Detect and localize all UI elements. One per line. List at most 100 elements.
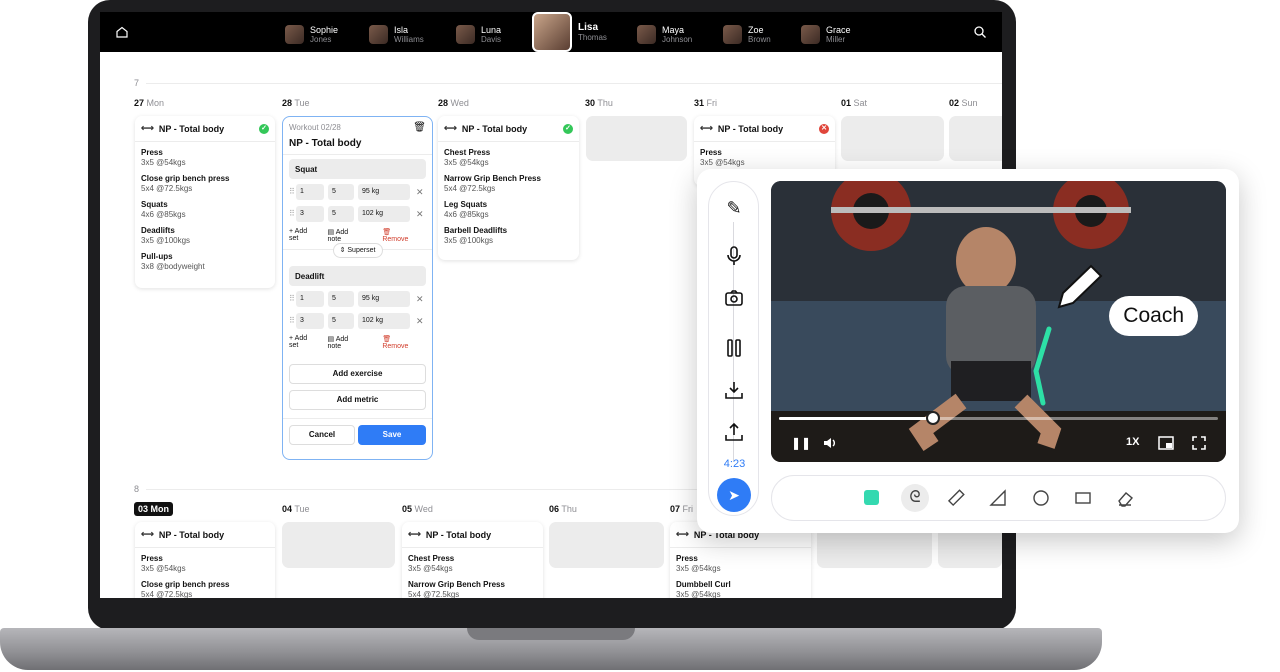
workout-date-label: Workout 02/28 xyxy=(289,123,341,132)
empty-day-slot[interactable] xyxy=(282,522,395,568)
drag-handle-icon[interactable]: ⠿ xyxy=(289,317,296,325)
volume-icon[interactable] xyxy=(823,437,837,449)
dumbbell-icon: ⟷ xyxy=(141,123,154,133)
camera-icon[interactable] xyxy=(722,286,746,310)
circle-icon[interactable] xyxy=(1030,487,1052,509)
weight-field[interactable]: 95 kg xyxy=(358,184,410,200)
save-button[interactable]: Save xyxy=(358,425,426,445)
empty-day-slot[interactable] xyxy=(841,116,944,161)
set-number-field[interactable]: 3 xyxy=(296,313,324,329)
exercise-block-title[interactable]: Deadlift xyxy=(289,266,426,286)
superset-button[interactable]: ⇕ Superset xyxy=(332,243,383,258)
remove-button[interactable]: 🗑Remove xyxy=(382,228,426,243)
picture-in-picture-icon[interactable] xyxy=(1158,436,1174,450)
add-set-button[interactable]: + Add set xyxy=(289,228,318,243)
upload-icon[interactable] xyxy=(722,420,746,444)
workout-editor: Workout 02/28 🗑 NP - Total body Squat ⠿ 1… xyxy=(282,116,433,460)
exercise-item: Press 3x5 @54kgs xyxy=(700,148,745,167)
exercise-item: Dumbbell Curl 3x5 @54kgs xyxy=(676,580,731,598)
exercise-item: Narrow Grip Bench Press 5x4 @72.5kgs xyxy=(408,580,505,598)
cancel-button[interactable]: Cancel xyxy=(289,425,355,445)
workout-title[interactable]: NP - Total body xyxy=(289,138,426,149)
reps-field[interactable]: 5 xyxy=(328,206,354,222)
ruler-icon[interactable] xyxy=(945,487,967,509)
empty-day-slot[interactable] xyxy=(586,116,687,161)
day-header-today: 03 Mon xyxy=(134,502,174,516)
exercise-block-title[interactable]: Squat xyxy=(289,159,426,179)
athlete-item[interactable]: Grace Miller xyxy=(801,21,851,47)
annotation-label[interactable]: Coach xyxy=(1109,296,1198,336)
color-swatch[interactable] xyxy=(860,487,882,509)
workout-card[interactable]: ⟷ NP - Total body ✓ Press 3x5 @54kgs Close … xyxy=(135,116,275,288)
home-icon[interactable] xyxy=(115,25,129,39)
athlete-item[interactable]: Zoe Brown xyxy=(723,21,771,47)
reps-field[interactable]: 5 xyxy=(328,291,354,307)
missed-icon: ✕ xyxy=(819,123,829,134)
empty-day-slot[interactable] xyxy=(949,116,1002,161)
send-button[interactable]: ➤ xyxy=(717,478,751,512)
close-icon[interactable]: ✕ xyxy=(416,316,424,327)
avatar xyxy=(456,24,475,44)
add-exercise-button[interactable]: Add exercise xyxy=(289,364,426,384)
reps-field[interactable]: 5 xyxy=(328,184,354,200)
playback-speed-button[interactable]: 1X xyxy=(1126,436,1139,448)
angle-icon[interactable] xyxy=(987,487,1009,509)
video-review-panel: ✎ 4:23 ➤ Coach ❚❚ 1X ᘓ xyxy=(697,169,1239,533)
workout-title: NP - Total body xyxy=(425,529,492,540)
video-player[interactable]: Coach ❚❚ 1X xyxy=(771,181,1226,462)
fullscreen-icon[interactable] xyxy=(1192,436,1206,450)
pause-icon[interactable]: ❚❚ xyxy=(791,436,811,450)
set-number-field[interactable]: 3 xyxy=(296,206,324,222)
add-note-button[interactable]: ▤ Add note xyxy=(328,335,373,350)
set-number-field[interactable]: 1 xyxy=(296,291,324,307)
workout-card[interactable]: ⟷ NP - Total body Chest Press 3x5 @54kgs N… xyxy=(402,522,543,598)
reps-field[interactable]: 5 xyxy=(328,313,354,329)
set-number-field[interactable]: 1 xyxy=(296,184,324,200)
athlete-item[interactable]: Luna Davis xyxy=(456,21,501,47)
download-icon[interactable] xyxy=(722,378,746,402)
exercise-item: Press 3x5 @54kgs xyxy=(141,554,186,573)
eraser-icon[interactable] xyxy=(1114,487,1136,509)
dumbbell-icon: ⟷ xyxy=(141,529,154,539)
athlete-item[interactable]: Sophie Jones xyxy=(285,21,338,47)
athlete-item-selected[interactable]: Lisa Thomas xyxy=(532,12,607,52)
add-metric-button[interactable]: Add metric xyxy=(289,390,426,410)
pause-icon[interactable] xyxy=(722,336,746,360)
progress-handle[interactable] xyxy=(925,411,940,425)
add-note-button[interactable]: ▤ Add note xyxy=(328,228,373,243)
exercise-item: Narrow Grip Bench Press 5x4 @72.5kgs xyxy=(444,174,541,193)
trash-icon[interactable]: 🗑 xyxy=(413,122,426,133)
pencil-icon[interactable]: ✎ xyxy=(722,196,746,220)
close-icon[interactable]: ✕ xyxy=(416,294,424,305)
day-header: 28 Wed xyxy=(438,98,469,108)
exercise-item: Squats 4x6 @85kgs xyxy=(141,200,186,219)
remove-button[interactable]: 🗑Remove xyxy=(382,335,426,350)
athlete-item[interactable]: Isla Williams xyxy=(369,21,424,47)
drag-handle-icon[interactable]: ⠿ xyxy=(289,295,296,303)
exercise-item: Deadlifts 3x5 @100kgs xyxy=(141,226,191,245)
search-icon[interactable] xyxy=(973,25,987,39)
microphone-icon[interactable] xyxy=(722,244,746,268)
add-set-button[interactable]: + Add set xyxy=(289,335,318,350)
close-icon[interactable]: ✕ xyxy=(416,187,424,198)
athlete-item[interactable]: Maya Johnson xyxy=(637,21,692,47)
workout-card[interactable]: ⟷ NP - Total body ✓ Chest Press 3x5 @54kgs … xyxy=(438,116,579,260)
drag-handle-icon[interactable]: ⠿ xyxy=(289,210,296,218)
close-icon[interactable]: ✕ xyxy=(416,209,424,220)
workout-card[interactable]: ⟷ NP - Total body Press 3x5 @54kgs Dumbbel… xyxy=(670,522,811,598)
set-row: ⠿ 1 5 95 kg ✕ xyxy=(289,290,426,308)
empty-day-slot[interactable] xyxy=(549,522,664,568)
drag-handle-icon[interactable]: ⠿ xyxy=(289,188,296,196)
progress-bar[interactable] xyxy=(779,411,1218,425)
weight-field[interactable]: 102 kg xyxy=(358,313,410,329)
week-divider xyxy=(146,83,1002,84)
weight-field[interactable]: 102 kg xyxy=(358,206,410,222)
weight-field[interactable]: 95 kg xyxy=(358,291,410,307)
rectangle-icon[interactable] xyxy=(1072,487,1094,509)
avatar xyxy=(637,24,656,44)
day-header: 02 Sun xyxy=(949,98,978,108)
workout-card[interactable]: ⟷ NP - Total body Press 3x5 @54kgs Close g… xyxy=(135,522,275,598)
freehand-icon[interactable]: ᘓ xyxy=(901,484,929,512)
send-icon: ➤ xyxy=(728,487,740,503)
completed-icon: ✓ xyxy=(259,123,269,134)
